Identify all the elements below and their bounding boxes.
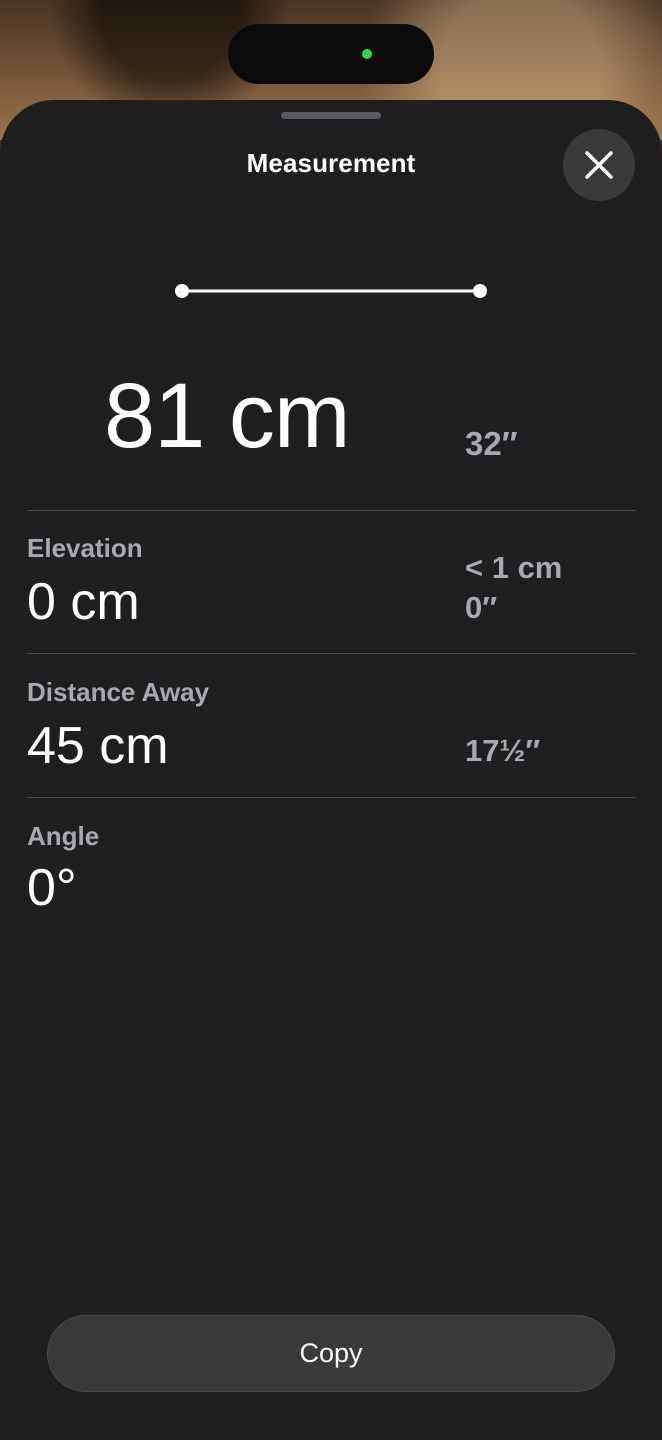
divider [27, 653, 636, 654]
measurement-line-icon [175, 284, 487, 298]
elevation-secondary-metric: < 1 cm [465, 550, 563, 585]
copy-button[interactable]: Copy [47, 1315, 615, 1392]
camera-in-use-indicator [362, 49, 372, 59]
elevation-secondary-imperial: 0″ [465, 590, 498, 625]
primary-measurement-imperial: 32″ [465, 425, 518, 462]
primary-measurement-value: 81 cm [104, 365, 351, 467]
close-icon [585, 151, 613, 179]
sheet-grabber[interactable] [281, 112, 381, 119]
divider [27, 797, 636, 798]
measurement-sheet: Measurement 81 cm 32″ Elevation 0 cm < 1… [0, 100, 662, 1440]
distance-away-value: 45 cm [27, 717, 169, 775]
elevation-value: 0 cm [27, 573, 140, 631]
distance-away-label: Distance Away [27, 677, 210, 707]
elevation-label: Elevation [27, 533, 143, 563]
close-button[interactable] [563, 129, 635, 201]
divider [27, 510, 636, 511]
angle-label: Angle [27, 821, 100, 851]
distance-away-imperial: 17½″ [465, 733, 541, 768]
dynamic-island [228, 24, 434, 84]
angle-value: 0° [27, 859, 77, 917]
